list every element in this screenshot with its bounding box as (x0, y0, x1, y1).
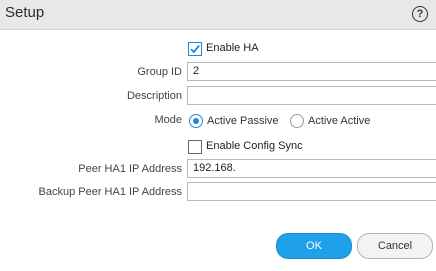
ok-button[interactable]: OK (276, 233, 352, 259)
enable-config-sync-checkbox[interactable] (188, 140, 202, 154)
backup-peer-ha1-ip-input[interactable] (187, 182, 436, 201)
mode-active-active-label: Active Active (308, 115, 371, 127)
cancel-button[interactable]: Cancel (357, 233, 433, 259)
description-label: Description (126, 90, 182, 102)
checkmark-icon (190, 45, 200, 54)
setup-dialog: Setup ? Enable HA Group ID 2 Description… (0, 0, 436, 271)
dialog-title: Setup (5, 4, 45, 21)
peer-ha1-ip-label: Peer HA1 IP Address (78, 163, 182, 175)
peer-ha1-ip-input[interactable]: 192.168. (187, 159, 436, 178)
help-icon[interactable]: ? (412, 6, 428, 22)
group-id-label: Group ID (137, 66, 182, 78)
enable-ha-checkbox[interactable] (188, 42, 202, 56)
enable-config-sync-label: Enable Config Sync (206, 140, 303, 152)
description-input[interactable] (187, 86, 436, 105)
dialog-titlebar: Setup ? (0, 0, 436, 30)
mode-active-passive-label: Active Passive (207, 115, 279, 127)
backup-peer-ha1-ip-label: Backup Peer HA1 IP Address (38, 186, 183, 198)
enable-ha-label: Enable HA (206, 42, 259, 54)
group-id-input[interactable]: 2 (187, 62, 436, 81)
mode-active-passive-radio[interactable] (189, 114, 203, 128)
mode-active-active-radio[interactable] (290, 114, 304, 128)
mode-label: Mode (154, 114, 182, 126)
